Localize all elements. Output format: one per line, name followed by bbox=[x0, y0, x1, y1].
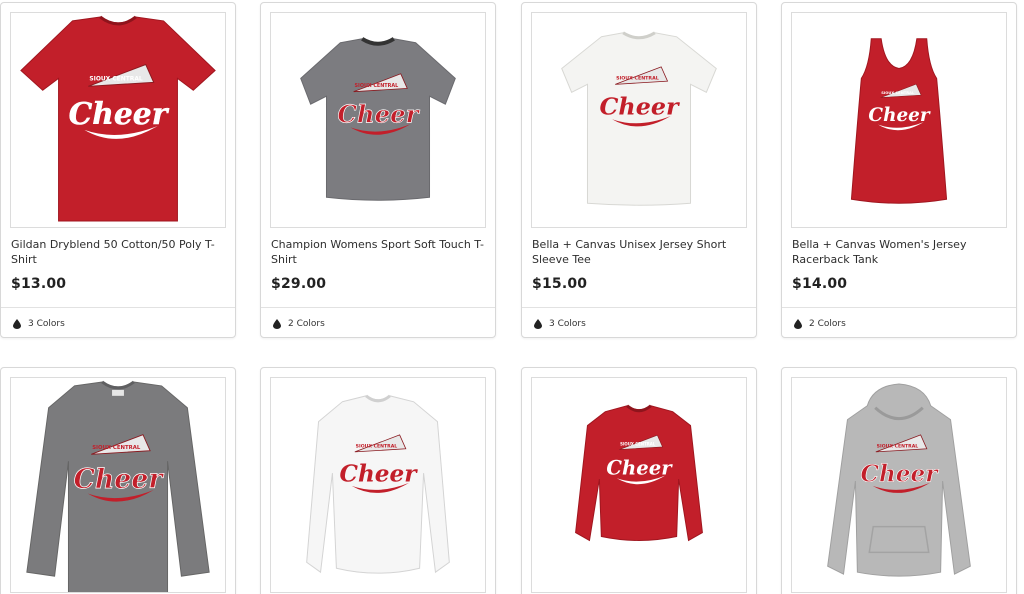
color-count-row: 3 Colors bbox=[522, 307, 756, 337]
color-count: 3 Colors bbox=[28, 318, 65, 329]
product-title[interactable]: Bella + Canvas Women's Jersey Racerback … bbox=[792, 237, 1006, 267]
design-main-text: Cheer bbox=[338, 100, 421, 129]
product-card[interactable]: SIOUX CENTRAL Cheer bbox=[781, 367, 1017, 594]
product-image[interactable]: SIOUX CENTRAL Cheer bbox=[270, 377, 486, 593]
product-card[interactable]: SIOUX CENTRAL Cheer bbox=[0, 367, 236, 594]
droplet-icon bbox=[534, 318, 542, 329]
product-price: $14.00 bbox=[792, 276, 848, 292]
color-count-row: 3 Colors bbox=[1, 307, 235, 337]
design-main-text: Cheer bbox=[606, 456, 673, 479]
color-count-row: 2 Colors bbox=[261, 307, 495, 337]
design-main-text: Cheer bbox=[600, 92, 680, 120]
product-title[interactable]: Bella + Canvas Unisex Jersey Short Sleev… bbox=[532, 237, 746, 267]
product-image[interactable]: SIOUX CENTRAL Cheer bbox=[270, 12, 486, 228]
design-main-text: Cheer bbox=[69, 97, 170, 132]
color-count-row: 2 Colors bbox=[782, 307, 1016, 337]
color-count: 3 Colors bbox=[549, 318, 586, 329]
product-image[interactable]: SIOUX CENTRAL Cheer bbox=[791, 12, 1007, 228]
design-top-text: SIOUX CENTRAL bbox=[620, 442, 656, 447]
product-card[interactable]: SIOUX CENTRAL Cheer Champion Womens Spor… bbox=[260, 2, 496, 338]
design-top-text: SIOUX CENTRAL bbox=[89, 75, 143, 82]
design-main-text: Cheer bbox=[861, 460, 940, 487]
product-image[interactable]: SIOUX CENTRAL Cheer bbox=[531, 377, 747, 593]
color-count: 2 Colors bbox=[809, 318, 846, 329]
product-image[interactable]: SIOUX CENTRAL Cheer bbox=[531, 12, 747, 228]
product-image[interactable]: SIOUX CENTRAL Cheer bbox=[10, 377, 226, 593]
color-count: 2 Colors bbox=[288, 318, 325, 329]
product-price: $13.00 bbox=[11, 276, 67, 292]
design-top-text: SIOUX CENTRAL bbox=[356, 443, 398, 449]
product-card[interactable]: SIOUX CENTRAL Cheer Bella + Canvas Women… bbox=[781, 2, 1017, 338]
product-price: $15.00 bbox=[532, 276, 588, 292]
product-title[interactable]: Champion Womens Sport Soft Touch T-Shirt bbox=[271, 237, 485, 267]
product-image[interactable]: SIOUX CENTRAL Cheer bbox=[791, 377, 1007, 593]
product-card[interactable]: SIOUX CENTRAL Cheer Bella + Canvas Unise… bbox=[521, 2, 757, 338]
product-image[interactable]: SIOUX CENTRAL Cheer bbox=[10, 12, 226, 228]
product-price: $29.00 bbox=[271, 276, 327, 292]
design-main-text: Cheer bbox=[340, 460, 419, 487]
droplet-icon bbox=[13, 318, 21, 329]
droplet-icon bbox=[273, 318, 281, 329]
design-top-text: SIOUX CENTRAL bbox=[92, 445, 141, 451]
product-title[interactable]: Gildan Dryblend 50 Cotton/50 Poly T-Shir… bbox=[11, 237, 225, 267]
droplet-icon bbox=[794, 318, 802, 329]
design-top-text: SIOUX CENTRAL bbox=[616, 76, 659, 82]
product-card[interactable]: SIOUX CENTRAL Cheer Gildan Dryblend 50 C… bbox=[0, 2, 236, 338]
design-top-text: SIOUX CENTRAL bbox=[355, 83, 399, 89]
design-main-text: Cheer bbox=[868, 105, 930, 126]
design-main-text: Cheer bbox=[74, 464, 165, 495]
design-top-text: SIOUX CENTRAL bbox=[881, 91, 915, 95]
product-card[interactable]: SIOUX CENTRAL Cheer bbox=[260, 367, 496, 594]
product-card[interactable]: SIOUX CENTRAL Cheer bbox=[521, 367, 757, 594]
design-top-text: SIOUX CENTRAL bbox=[877, 443, 919, 449]
